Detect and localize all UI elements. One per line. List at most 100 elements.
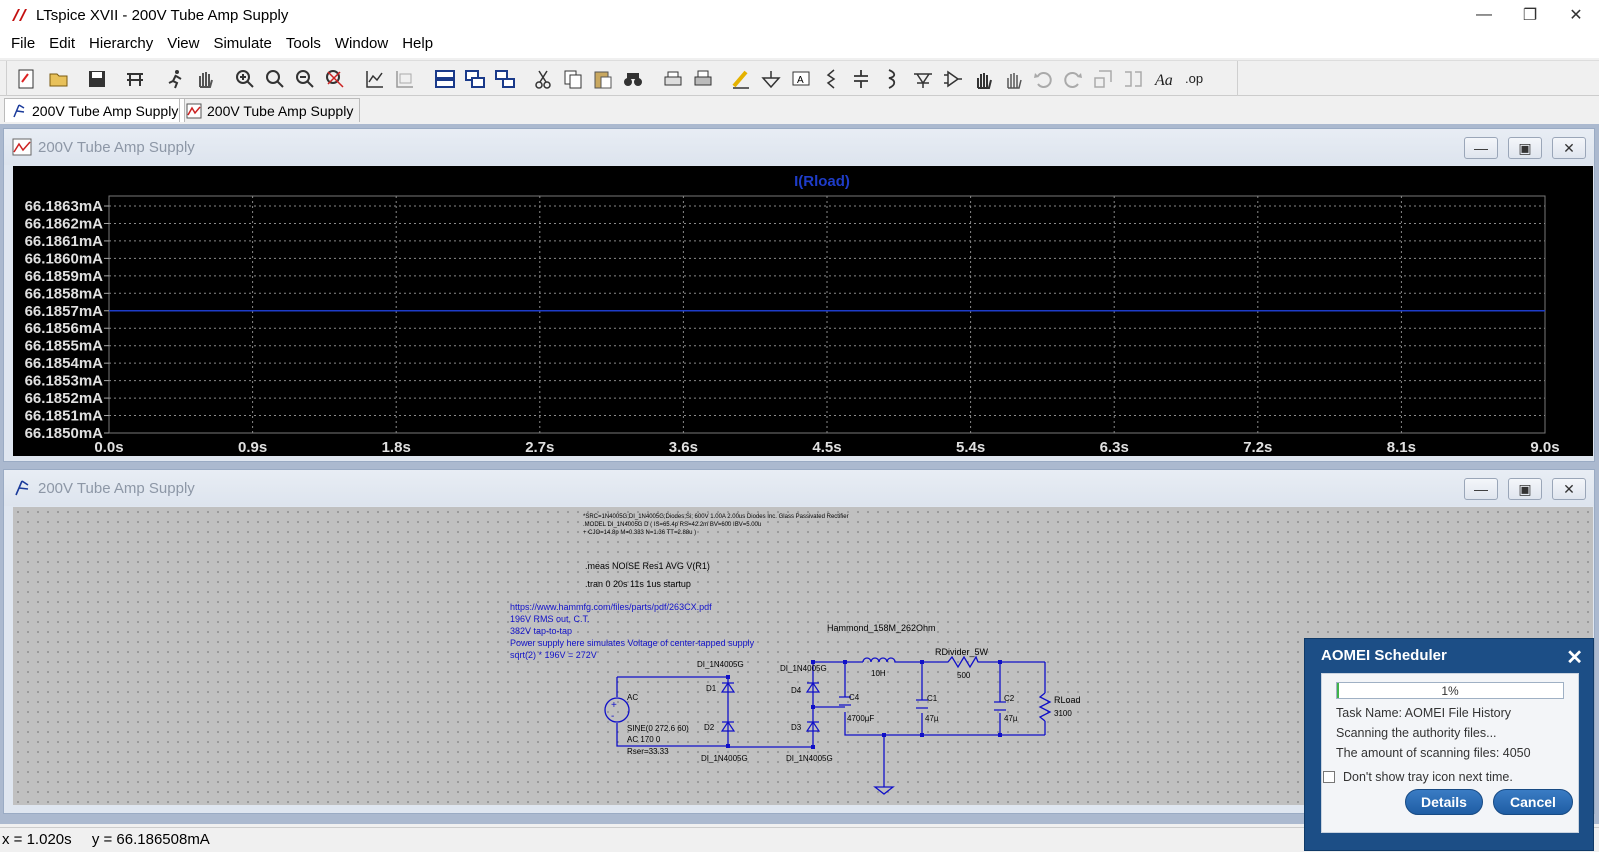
tab-waveform[interactable]: 200V Tube Amp Supply xyxy=(179,98,361,122)
x-tick-label: 5.4s xyxy=(956,439,985,456)
waveform-icon[interactable] xyxy=(392,66,418,92)
y-tick-label: 66.1856mA xyxy=(25,320,104,337)
transformer-label: Hammond_158M_262Ohm xyxy=(827,623,936,633)
window-maximize-button[interactable]: ▣ xyxy=(1508,137,1542,159)
toolbar: A Aa .op xyxy=(0,60,1599,97)
tab-schematic[interactable]: 200V Tube Amp Supply xyxy=(4,98,186,122)
d3-model: DI_1N4005G xyxy=(786,754,833,763)
label-net-icon[interactable]: A xyxy=(788,66,814,92)
resistor-icon[interactable] xyxy=(818,66,844,92)
tile-horizontal-icon[interactable] xyxy=(432,66,458,92)
c4-value: 4700µF xyxy=(847,714,875,723)
print-setup-icon[interactable] xyxy=(660,66,686,92)
y-tick-label: 66.1858mA xyxy=(25,285,104,302)
menu-view[interactable]: View xyxy=(160,30,206,58)
zoom-fit-icon[interactable] xyxy=(322,66,348,92)
control-panel-icon[interactable] xyxy=(122,66,148,92)
copy-icon[interactable] xyxy=(560,66,586,92)
y-tick-label: 66.1861mA xyxy=(25,233,104,250)
inductor-value: 10H xyxy=(871,669,886,678)
tray-icon-checkbox-row[interactable]: Don't show tray icon next time. xyxy=(1323,770,1513,784)
find-icon[interactable] xyxy=(620,66,646,92)
window-close-button[interactable]: ✕ xyxy=(1552,478,1586,500)
redo-icon[interactable] xyxy=(1060,66,1086,92)
rload-label: RLoad xyxy=(1054,695,1081,705)
minimize-button[interactable]: — xyxy=(1461,0,1507,30)
window-minimize-button[interactable]: — xyxy=(1464,137,1498,159)
autorange-icon[interactable] xyxy=(362,66,388,92)
component-icon[interactable] xyxy=(940,66,966,92)
waveform-window-titlebar: 200V Tube Amp Supply xyxy=(4,129,1594,165)
menu-hierarchy[interactable]: Hierarchy xyxy=(82,30,160,58)
y-tick-label: 66.1862mA xyxy=(25,215,104,232)
scan-count: The amount of scanning files: 4050 xyxy=(1336,746,1531,760)
zoom-box-icon[interactable] xyxy=(262,66,288,92)
save-icon[interactable] xyxy=(84,66,110,92)
d4-model: DI_1N4005G xyxy=(780,664,827,673)
source-sine: SINE(0 272.6 60) xyxy=(627,724,689,733)
svg-text:A: A xyxy=(797,75,804,86)
menu-edit[interactable]: Edit xyxy=(42,30,82,58)
source-rser: Rser=33.33 xyxy=(627,747,669,756)
y-tick-label: 66.1851mA xyxy=(25,408,104,425)
print-icon[interactable] xyxy=(690,66,716,92)
move-icon[interactable] xyxy=(970,66,996,92)
draw-wire-icon[interactable] xyxy=(728,66,754,92)
menu-help[interactable]: Help xyxy=(395,30,440,58)
c1-label: C1 xyxy=(927,694,938,703)
details-button[interactable]: Details xyxy=(1405,789,1483,815)
y-tick-label: 66.1860mA xyxy=(25,250,104,267)
document-tab-bar: 200V Tube Amp Supply 200V Tube Amp Suppl… xyxy=(0,96,1599,124)
open-icon[interactable] xyxy=(46,66,72,92)
menu-window[interactable]: Window xyxy=(328,30,395,58)
spice-directive-icon[interactable]: .op xyxy=(1182,66,1208,92)
y-tick-label: 66.1855mA xyxy=(25,338,104,355)
cut-icon[interactable] xyxy=(530,66,556,92)
zoom-in-icon[interactable] xyxy=(232,66,258,92)
capacitor-icon[interactable] xyxy=(848,66,874,92)
cancel-button[interactable]: Cancel xyxy=(1493,789,1573,815)
diode-icon[interactable] xyxy=(910,66,936,92)
menu-file[interactable]: File xyxy=(4,30,42,58)
y-tick-label: 66.1859mA xyxy=(25,268,104,285)
undo-icon[interactable] xyxy=(1030,66,1056,92)
run-icon[interactable] xyxy=(162,66,188,92)
menu-tools[interactable]: Tools xyxy=(279,30,328,58)
y-tick-label: 66.1850mA xyxy=(25,425,104,442)
new-schematic-icon[interactable] xyxy=(14,66,40,92)
text-icon[interactable]: Aa xyxy=(1152,66,1178,92)
x-tick-label: 1.8s xyxy=(382,439,411,456)
drag-icon[interactable] xyxy=(1000,66,1026,92)
waveform-plot[interactable]: 0.0s 0.9s 1.8s 2.7s 3.6s 4.5s 5.4s 6.3s 7.2s 8.1s… xyxy=(13,166,1593,456)
waveform-chart[interactable]: 0.0s 0.9s 1.8s 2.7s 3.6s 4.5s 5.4s 6.3s 7.2s 8.1s… xyxy=(13,166,1593,456)
inductor-icon[interactable] xyxy=(878,66,904,92)
rdivider-value: 500 xyxy=(957,671,971,680)
waveform-icon xyxy=(12,138,32,156)
zoom-out-icon[interactable] xyxy=(292,66,318,92)
ground-icon[interactable] xyxy=(758,66,784,92)
cascade-icon[interactable] xyxy=(492,66,518,92)
paste-icon[interactable] xyxy=(590,66,616,92)
popup-close-icon[interactable]: ✕ xyxy=(1566,645,1583,670)
rotate-icon[interactable] xyxy=(1090,66,1116,92)
close-button[interactable]: ✕ xyxy=(1553,0,1599,30)
chart-title: I(Rload) xyxy=(794,173,850,190)
window-minimize-button[interactable]: — xyxy=(1464,478,1498,500)
window-maximize-button[interactable]: ▣ xyxy=(1508,478,1542,500)
tile-vertical-icon[interactable] xyxy=(462,66,488,92)
restore-button[interactable]: ❐ xyxy=(1507,0,1553,30)
x-tick-label: 4.5s xyxy=(812,439,841,456)
svg-text:-: - xyxy=(611,711,614,722)
mirror-icon[interactable] xyxy=(1120,66,1146,92)
c4-label: C4 xyxy=(849,693,860,702)
halt-icon[interactable] xyxy=(192,66,218,92)
tray-icon-checkbox[interactable] xyxy=(1323,771,1335,783)
y-tick-label: 66.1857mA xyxy=(25,303,104,320)
y-tick-label: 66.1854mA xyxy=(25,355,104,372)
schematic-window-titlebar: 200V Tube Amp Supply xyxy=(4,470,1594,506)
y-tick-label: 66.1852mA xyxy=(25,390,104,407)
c2-label: C2 xyxy=(1004,694,1015,703)
window-close-button[interactable]: ✕ xyxy=(1552,137,1586,159)
d1-model: DI_1N4005G xyxy=(697,660,744,669)
menu-simulate[interactable]: Simulate xyxy=(206,30,278,58)
